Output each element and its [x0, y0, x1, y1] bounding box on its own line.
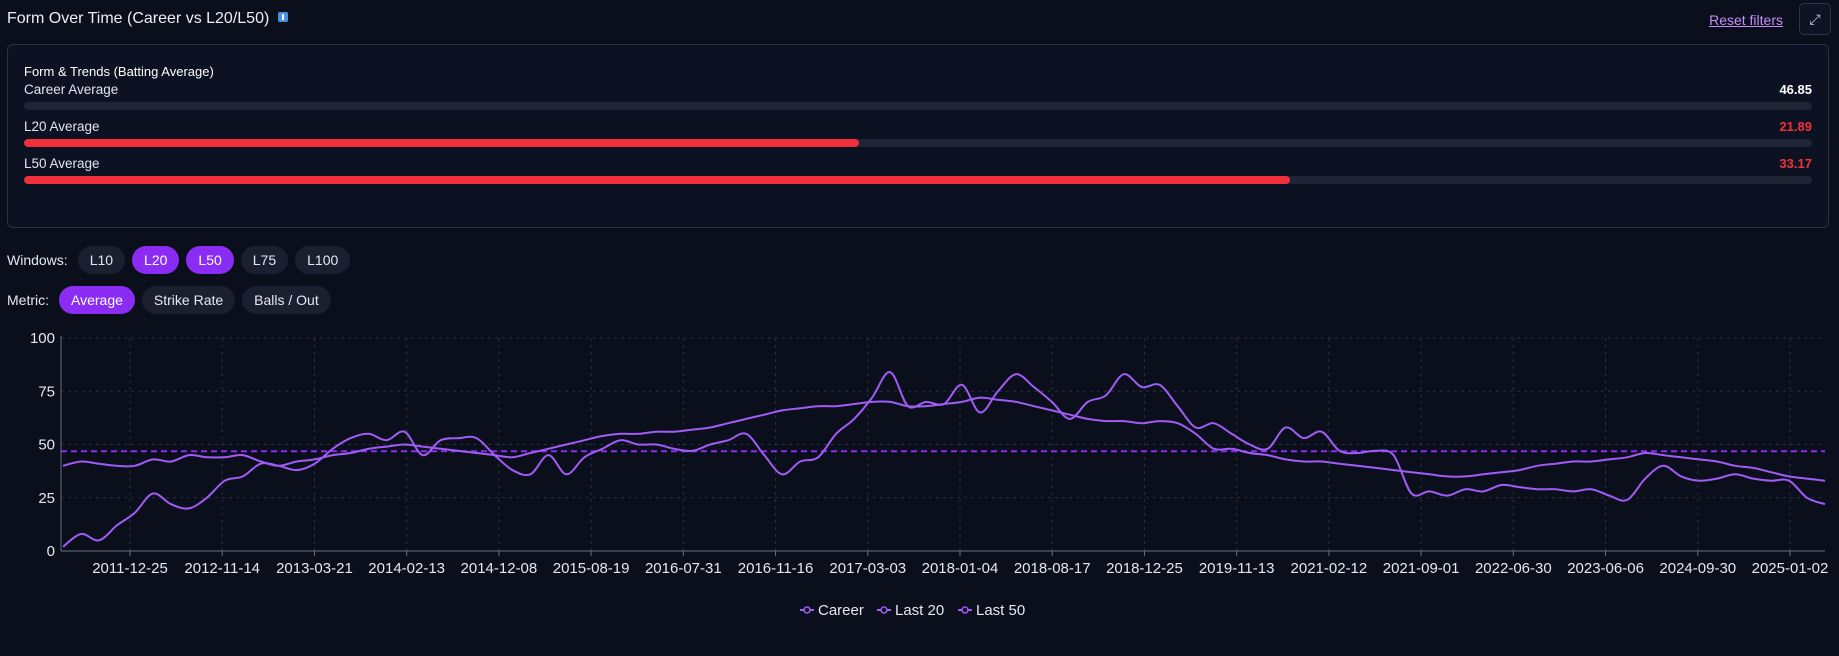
y-tick-label: 100	[30, 330, 55, 347]
metric-row-l20: L20 Average 21.89	[24, 119, 1812, 149]
y-tick-label: 0	[47, 543, 55, 560]
y-tick-label: 50	[38, 437, 55, 454]
pill-label: Average	[71, 292, 123, 308]
progress-track	[24, 102, 1812, 110]
x-tick-label: 2021-02-12	[1291, 560, 1368, 577]
x-tick-label: 2015-08-19	[553, 560, 630, 577]
form-trends-card: Form & Trends (Batting Average) Career A…	[7, 44, 1829, 228]
metric-pill-average[interactable]: Average	[59, 286, 135, 314]
metric-selector: Metric: Average Strike Rate Balls / Out	[7, 286, 338, 314]
metric-label: L50 Average	[24, 156, 100, 171]
card-title: Form & Trends (Batting Average)	[24, 64, 214, 79]
panel-header: Form Over Time (Career vs L20/L50) Reset…	[7, 3, 1831, 38]
x-tick-label: 2018-08-17	[1014, 560, 1091, 577]
x-tick-label: 2016-07-31	[645, 560, 722, 577]
progress-fill	[24, 139, 859, 147]
metric-pill-strike-rate[interactable]: Strike Rate	[141, 286, 236, 314]
pill-label: L20	[144, 252, 168, 268]
x-tick-label: 2011-12-25	[92, 560, 168, 577]
x-tick-label: 2021-09-01	[1383, 560, 1460, 577]
metric-value: 21.89	[1779, 119, 1812, 134]
pill-label: Balls / Out	[254, 292, 319, 308]
pill-label: L10	[89, 252, 114, 268]
progress-track	[24, 139, 1812, 147]
x-tick-label: 2013-03-21	[276, 560, 353, 577]
window-pill-l50[interactable]: L50	[186, 246, 234, 274]
info-icon[interactable]	[278, 12, 289, 22]
reset-filters-link[interactable]: Reset filters	[1709, 12, 1783, 28]
window-pill-l10[interactable]: L10	[77, 246, 126, 274]
metric-label: Career Average	[24, 82, 119, 97]
series-line-last-50	[62, 396, 1826, 482]
metric-label: L20 Average	[24, 119, 100, 134]
window-pill-l20[interactable]: L20	[132, 246, 180, 274]
x-tick-label: 2012-11-14	[184, 560, 260, 577]
metric-selector-label: Metric:	[7, 292, 49, 308]
y-tick-label: 75	[38, 383, 55, 400]
x-tick-label: 2018-12-25	[1106, 560, 1183, 577]
legend-swatch-marker	[961, 606, 969, 614]
legend-swatch-marker	[803, 606, 811, 614]
form-line-chart: 0 25 50 75 100 2011-12-25 2012-11-14 2013-03-21…	[30, 330, 1829, 619]
x-tick-label: 2014-02-13	[368, 560, 445, 577]
windows-selector: Windows: L10 L20 L50 L75 L100	[7, 246, 357, 274]
x-tick-label: 2023-06-06	[1567, 560, 1644, 577]
metric-value: 33.17	[1779, 156, 1812, 171]
pill-label: L75	[252, 252, 277, 268]
x-tick-label: 2019-11-13	[1199, 560, 1275, 577]
window-pill-l75[interactable]: L75	[240, 246, 289, 274]
x-tick-label: 2014-12-08	[461, 560, 538, 577]
progress-fill	[24, 176, 1290, 184]
x-tick-label: 2016-11-16	[738, 560, 814, 577]
metric-pill-balls-per-out[interactable]: Balls / Out	[242, 286, 331, 314]
window-pill-l100[interactable]: L100	[295, 246, 351, 274]
pill-label: L100	[307, 252, 339, 268]
legend-label: Career	[818, 602, 864, 619]
metric-row-l50: L50 Average 33.17	[24, 156, 1812, 186]
series-line-last-20	[62, 371, 1826, 548]
windows-label: Windows:	[7, 252, 68, 268]
panel-title: Form Over Time (Career vs L20/L50)	[7, 10, 289, 28]
metric-row-career: Career Average 46.85	[24, 82, 1812, 112]
panel-title-text: Form Over Time (Career vs L20/L50)	[7, 10, 270, 27]
x-tick-label: 2024-09-30	[1659, 560, 1736, 577]
pill-label: L50	[198, 252, 222, 268]
x-tick-label: 2022-06-30	[1475, 560, 1552, 577]
legend-swatch-marker	[880, 606, 888, 614]
y-tick-label: 25	[38, 490, 55, 507]
progress-track	[24, 176, 1812, 184]
legend-label: Last 20	[895, 602, 944, 619]
x-tick-label: 2017-03-03	[829, 560, 906, 577]
legend-label: Last 50	[976, 602, 1025, 619]
x-tick-label: 2025-01-02	[1752, 560, 1829, 577]
x-tick-label: 2018-01-04	[922, 560, 999, 577]
pill-label: Strike Rate	[153, 292, 224, 308]
form-over-time-panel: Form Over Time (Career vs L20/L50) Reset…	[0, 0, 1839, 656]
expand-icon: ⤢	[1809, 10, 1821, 27]
metric-value: 46.85	[1779, 82, 1812, 97]
expand-button[interactable]: ⤢	[1799, 3, 1831, 35]
